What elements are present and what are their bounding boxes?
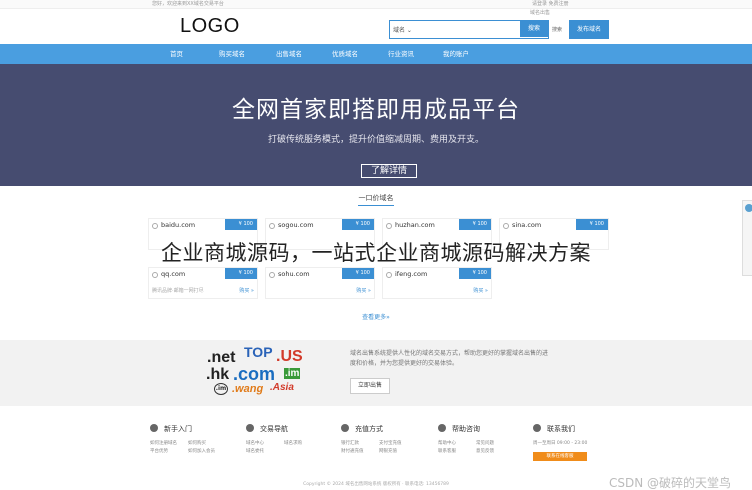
shield-icon [438, 424, 446, 432]
footer-link[interactable]: 网银充值 [379, 448, 397, 454]
domain-card[interactable]: ifeng.com ¥ 100 购买 » [382, 267, 492, 299]
domain-name: sogou.com [278, 221, 314, 229]
nav-premium[interactable]: 优质域名 [332, 44, 358, 64]
footer-link[interactable]: 域名中心 [246, 440, 264, 446]
footer-link[interactable]: 支付宝充值 [379, 440, 402, 446]
footer-col-title: 帮助咨询 [452, 425, 480, 433]
domain-card[interactable]: qq.com ¥ 100 腾讯品牌·邮箱一网打尽 购买 » [148, 267, 258, 299]
tld-asia: .Asia [270, 382, 294, 393]
publish-domain-button[interactable]: 发布域名 [569, 20, 609, 39]
top-bar: 您好，欢迎来到XX域名交易平台 请登录 免费注册 [0, 0, 752, 9]
hero-banner: 全网首家即搭即用成品平台 打破传统服务模式，提升价值缩减周期、费用及开支。 了解… [0, 64, 752, 186]
search-button[interactable]: 搜索 [520, 21, 548, 37]
buy-link[interactable]: 购买 » [473, 287, 488, 294]
domain-desc: 腾讯品牌·邮箱一网打尽 [152, 288, 204, 294]
footer-link[interactable]: 帮助中心 [438, 440, 456, 446]
domain-name: sina.com [512, 221, 542, 229]
domain-price: ¥ 100 [459, 219, 491, 230]
globe-icon [269, 223, 275, 229]
phone-icon [533, 424, 541, 432]
domain-card[interactable]: sohu.com ¥ 100 购买 » [265, 267, 375, 299]
footer-link[interactable]: 如何购买 [188, 440, 206, 446]
tld-hk: .hk [206, 366, 230, 383]
footer-link[interactable]: 意见反馈 [476, 448, 494, 454]
nav-sell[interactable]: 出售域名 [276, 44, 302, 64]
search-type-select[interactable]: 域名 ⌄ [393, 25, 412, 34]
globe-icon [152, 272, 158, 278]
tld-net: .net [207, 349, 236, 366]
footer-link[interactable]: 域名委托 [246, 448, 264, 454]
domain-name: baidu.com [161, 221, 196, 229]
buy-link[interactable]: 购买 » [356, 287, 371, 294]
tld-us: .US [276, 348, 303, 365]
footer-link[interactable]: 平台优势 [150, 448, 168, 454]
tld-im: .im [284, 368, 301, 379]
domain-price: ¥ 100 [459, 268, 491, 279]
domain-price: ¥ 100 [342, 219, 374, 230]
footer-link[interactable]: 常见问题 [476, 440, 494, 446]
tld-im-circle: .im [214, 383, 228, 395]
section-underline [358, 205, 394, 206]
header-sell-link[interactable]: 域名出售 [530, 9, 550, 16]
user-icon [246, 424, 254, 432]
tld-com: .com [233, 364, 276, 384]
search-box[interactable]: 域名 ⌄ 搜索 [389, 20, 549, 39]
nav-account[interactable]: 我的账户 [443, 44, 469, 64]
footer-link[interactable]: 如何注册域名 [150, 440, 177, 446]
domain-name: ifeng.com [395, 270, 428, 278]
globe-icon [152, 223, 158, 229]
footer-col-title: 交易导航 [260, 425, 288, 433]
welcome-text: 您好，欢迎来到XX域名交易平台 [152, 1, 224, 7]
domain-name: sohu.com [278, 270, 310, 278]
footer-link[interactable]: 银行汇款 [341, 440, 359, 446]
main-nav: 首页 购买域名 出售域名 优质域名 行业资讯 我的账户 [0, 44, 752, 64]
footer-link[interactable]: 联系客服 [438, 448, 456, 454]
globe-icon [269, 272, 275, 278]
footer-col-title: 充值方式 [355, 425, 383, 433]
footer-link[interactable]: 域名求购 [284, 440, 302, 446]
promo-text: 域名出售系统提供人性化的域名交易方式，帮助您更好的掌握域名出售的进度和价格，并为… [350, 350, 549, 367]
overlay-title: 企业商城源码，一站式企业商城源码解决方案 [161, 241, 591, 265]
footer-links [0, 412, 752, 474]
service-icon [745, 204, 752, 212]
nav-home[interactable]: 首页 [170, 44, 183, 64]
hero-subtitle: 打破传统服务模式，提升价值缩减周期、费用及开支。 [267, 135, 484, 145]
wallet-icon [341, 424, 349, 432]
learn-more-button[interactable]: 了解详情 [361, 164, 417, 178]
floating-side-widget[interactable] [742, 200, 752, 276]
logo[interactable]: LOGO [180, 15, 240, 38]
see-more-link[interactable]: 查看更多» [0, 312, 752, 321]
buy-link[interactable]: 购买 » [239, 287, 254, 294]
globe-icon [386, 272, 392, 278]
nav-news[interactable]: 行业资讯 [388, 44, 414, 64]
help-icon [150, 424, 158, 432]
tld-wang: .wang [232, 383, 264, 395]
section-title: 一口价域名 [358, 194, 394, 202]
tld-top: TOP [244, 344, 273, 360]
header-search-link[interactable]: 搜索 [552, 26, 562, 33]
login-links[interactable]: 请登录 免费注册 [532, 0, 569, 8]
footer-link[interactable]: 如何加入会员 [188, 448, 215, 454]
domain-name: qq.com [161, 270, 186, 278]
domain-name: huzhan.com [395, 221, 435, 229]
footer-col-title: 联系我们 [547, 425, 575, 433]
service-hours: 周一至周日 09:00 - 23:00 [533, 441, 588, 446]
domain-price: ¥ 100 [576, 219, 608, 230]
nav-buy[interactable]: 购买域名 [219, 44, 245, 64]
contact-service-button[interactable]: 联系在线客服 [533, 452, 587, 461]
globe-icon [503, 223, 509, 229]
domain-price: ¥ 100 [225, 219, 257, 230]
domain-price: ¥ 100 [225, 268, 257, 279]
globe-icon [386, 223, 392, 229]
domain-price: ¥ 100 [342, 268, 374, 279]
hero-title: 全网首家即搭即用成品平台 [232, 97, 520, 123]
watermark: CSDN @破碎的天堂鸟 [609, 476, 732, 490]
footer-link[interactable]: 财付通充值 [341, 448, 364, 454]
footer-col-title: 新手入门 [164, 425, 192, 433]
sell-now-button[interactable]: 立即出售 [350, 378, 390, 394]
header: LOGO 域名 ⌄ 搜索 搜索 发布域名 [0, 9, 752, 44]
